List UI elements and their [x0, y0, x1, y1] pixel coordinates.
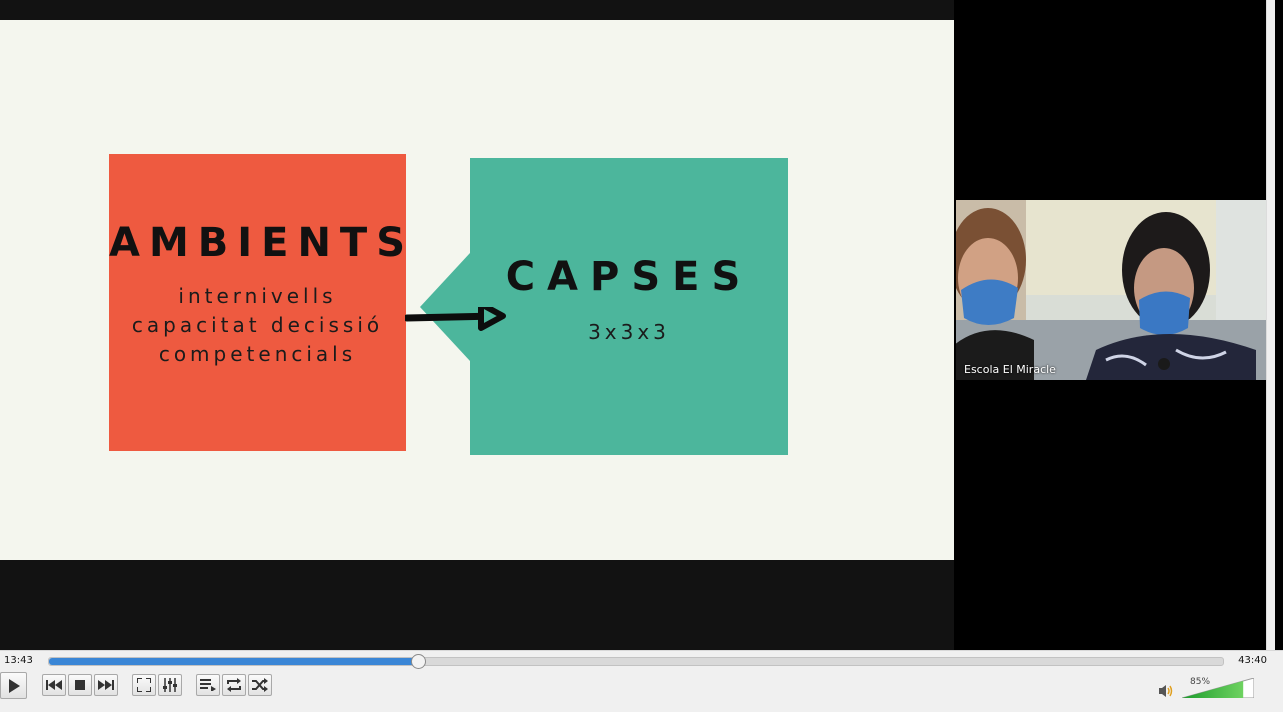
ambients-line: internivells — [178, 284, 337, 308]
extended-settings-button[interactable] — [158, 674, 182, 696]
volume-slider[interactable] — [1182, 678, 1254, 698]
speaker-icon[interactable] — [1158, 684, 1174, 698]
seek-bar[interactable] — [48, 654, 1224, 669]
arrow-right-icon — [405, 307, 506, 331]
slide: AMBIENTS internivells capacitat decissió… — [0, 20, 954, 560]
seek-bar-progress — [49, 658, 418, 665]
capses-subtitle: 3x3x3 — [588, 320, 670, 344]
next-icon — [98, 680, 114, 690]
fullscreen-icon — [137, 678, 151, 692]
capses-title: CAPSES — [505, 254, 753, 300]
fullscreen-button[interactable] — [132, 674, 156, 696]
loop-icon — [227, 678, 241, 692]
previous-icon — [46, 680, 62, 690]
video-area[interactable]: AMBIENTS internivells capacitat decissió… — [0, 0, 1275, 650]
playlist-icon — [200, 679, 216, 691]
total-time: 43:40 — [1238, 655, 1267, 666]
participant-video[interactable]: Escola El Miracle — [956, 200, 1273, 380]
extended-settings-icon — [163, 678, 177, 692]
previous-button[interactable] — [42, 674, 66, 696]
presentation-area: AMBIENTS internivells capacitat decissió… — [0, 0, 954, 650]
participant-name: Escola El Miracle — [964, 363, 1056, 376]
ambients-title: AMBIENTS — [109, 220, 415, 266]
next-button[interactable] — [94, 674, 118, 696]
loop-button[interactable] — [222, 674, 246, 696]
ambients-line: capacitat decissió — [131, 313, 384, 337]
stop-button[interactable] — [68, 674, 92, 696]
shuffle-icon — [252, 678, 268, 692]
capses-box: CAPSES 3x3x3 — [470, 158, 788, 455]
play-button[interactable] — [0, 672, 27, 699]
player-controls: 13:43 43:40 85% — [0, 650, 1283, 712]
stop-icon — [75, 680, 85, 690]
participant-video-image — [956, 200, 1273, 380]
ambients-box: AMBIENTS internivells capacitat decissió… — [109, 154, 406, 451]
shuffle-button[interactable] — [248, 674, 272, 696]
seek-bar-handle[interactable] — [410, 654, 426, 669]
play-icon — [8, 678, 20, 693]
playlist-button[interactable] — [196, 674, 220, 696]
ambients-description: internivells capacitat decissió competen… — [109, 282, 406, 369]
elapsed-time: 13:43 — [4, 655, 33, 666]
ambients-line: competencials — [158, 342, 357, 366]
window-edge — [1266, 0, 1275, 650]
